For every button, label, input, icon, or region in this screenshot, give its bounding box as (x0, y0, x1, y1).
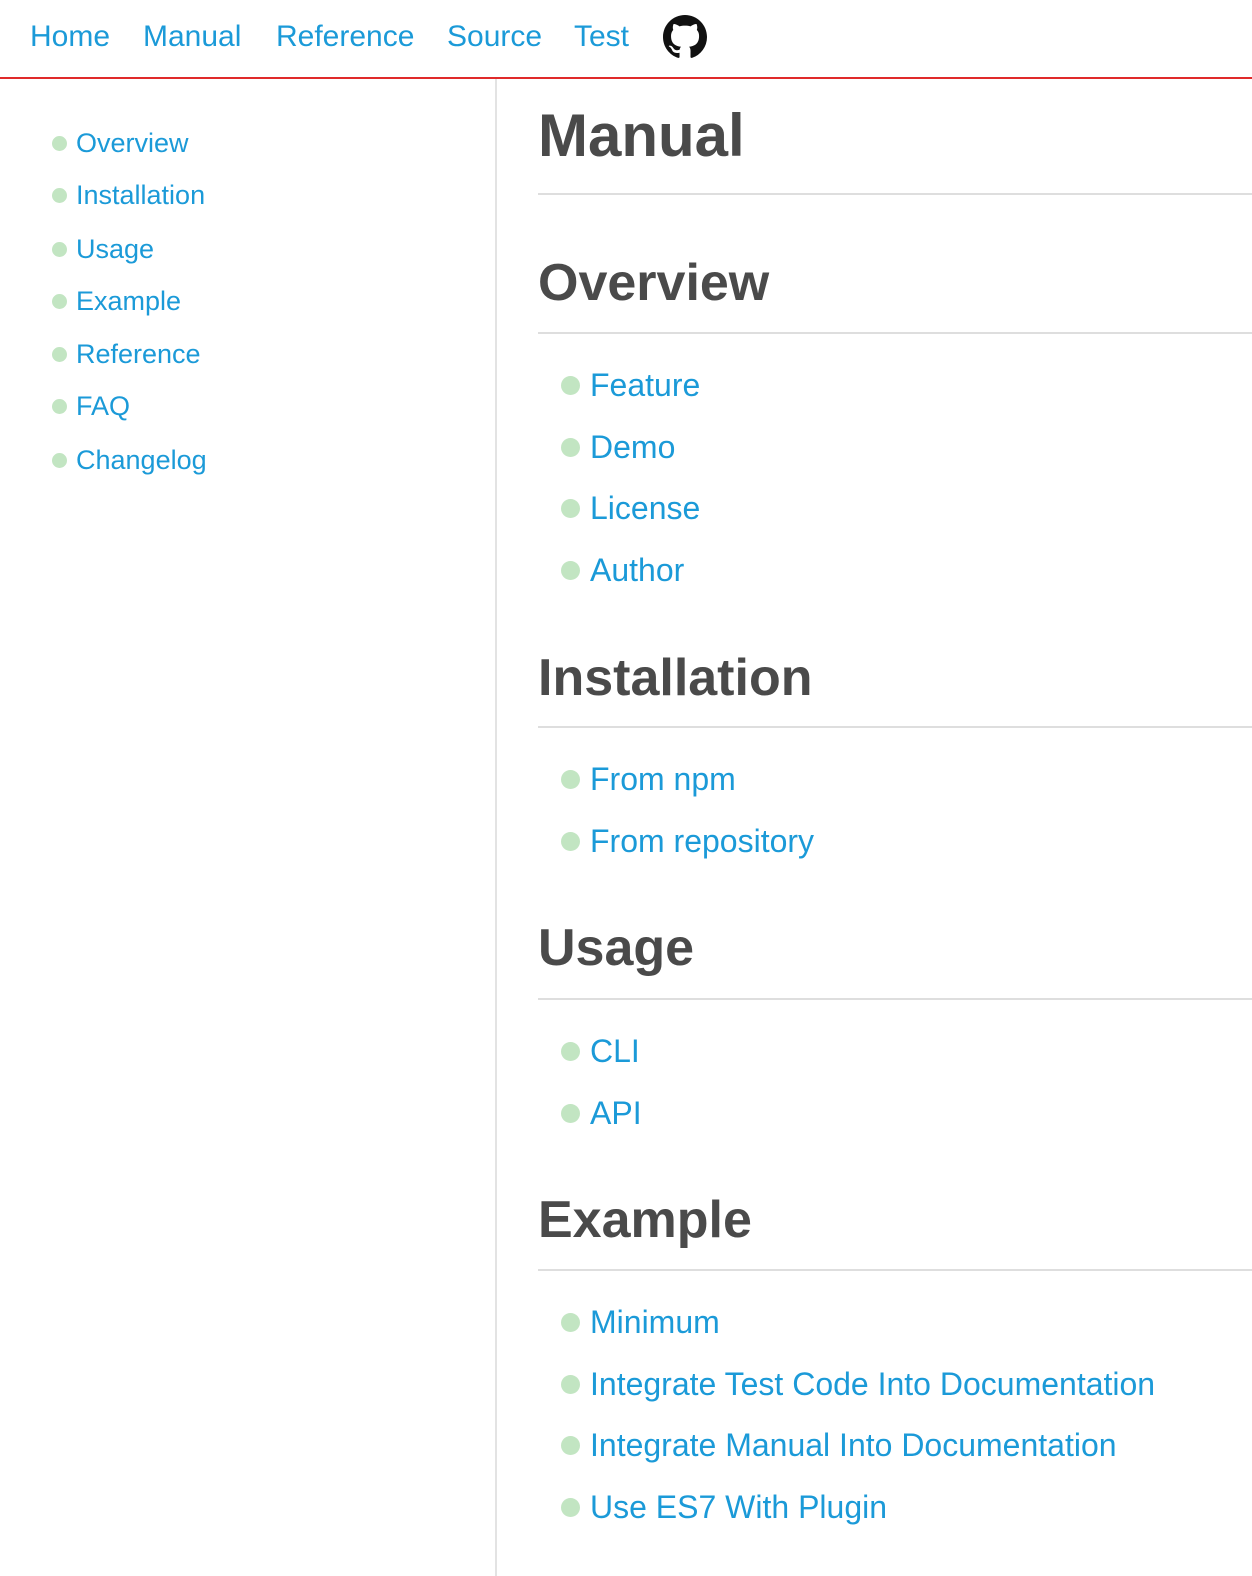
bullet-icon (561, 1435, 580, 1455)
nav-link-manual[interactable]: Manual (143, 17, 241, 57)
bullet-icon (561, 1312, 580, 1332)
bullet-icon (52, 398, 67, 414)
toc-link-label: From npm (590, 760, 736, 797)
toc-link-cli[interactable]: CLI (561, 1031, 640, 1071)
sidebar-item-label: FAQ (76, 390, 131, 421)
divider (538, 726, 1252, 728)
section-heading-installation: Installation (538, 649, 813, 707)
nav-link-source[interactable]: Source (447, 17, 542, 57)
toc-link-license[interactable]: License (561, 488, 700, 528)
bullet-icon (52, 135, 67, 151)
sidebar-item-label: Installation (76, 179, 206, 210)
toc-link-label: Integrate Manual Into Documentation (590, 1426, 1117, 1463)
sidebar-item-reference[interactable]: Reference (52, 336, 201, 372)
bullet-icon (561, 560, 580, 580)
sidebar-item-changelog[interactable]: Changelog (52, 442, 207, 478)
toc-link-label: Demo (590, 428, 676, 465)
toc-link-label: Integrate Test Code Into Documentation (590, 1365, 1156, 1402)
bullet-icon (561, 375, 580, 395)
section-heading-example: Example (538, 1191, 752, 1249)
sidebar: Overview Installation Usage Example Refe… (0, 79, 497, 1576)
section-heading-overview: Overview (538, 254, 770, 312)
bullet-icon (52, 293, 67, 309)
page-title: Manual (538, 102, 745, 169)
toc-link-label: From repository (590, 822, 815, 859)
sidebar-item-example[interactable]: Example (52, 283, 181, 319)
toc-link-feature[interactable]: Feature (561, 365, 700, 405)
toc-link-label: Minimum (590, 1303, 720, 1340)
divider (538, 1269, 1252, 1271)
toc-link-api[interactable]: API (561, 1093, 642, 1133)
sidebar-item-label: Changelog (76, 444, 207, 475)
toc-link-label: Feature (590, 366, 701, 403)
bullet-icon (52, 241, 67, 257)
sidebar-item-label: Usage (76, 233, 155, 264)
sidebar-item-label: Overview (76, 127, 189, 158)
nav-link-reference[interactable]: Reference (276, 17, 414, 57)
divider (538, 998, 1252, 1000)
sidebar-item-usage[interactable]: Usage (52, 231, 154, 267)
bullet-icon (52, 346, 67, 362)
bullet-icon (561, 498, 580, 518)
toc-link-from-npm[interactable]: From npm (561, 759, 736, 799)
bullet-icon (561, 769, 580, 789)
toc-link-label: CLI (590, 1032, 640, 1069)
toc-link-label: Author (590, 551, 685, 588)
bullet-icon (52, 187, 67, 203)
toc-link-label: License (590, 489, 701, 526)
toc-link-label: Use ES7 With Plugin (590, 1488, 888, 1525)
toc-link-minimum[interactable]: Minimum (561, 1302, 720, 1342)
nav-link-home[interactable]: Home (30, 17, 110, 57)
sidebar-item-installation[interactable]: Installation (52, 177, 205, 213)
divider (538, 332, 1252, 334)
toc-link-use-es7[interactable]: Use ES7 With Plugin (561, 1487, 887, 1527)
toc-link-author[interactable]: Author (561, 550, 684, 590)
top-navigation: Home Manual Reference Source Test (0, 0, 1252, 79)
sidebar-item-label: Reference (76, 338, 201, 369)
sidebar-item-label: Example (76, 285, 182, 316)
toc-link-from-repository[interactable]: From repository (561, 821, 814, 861)
toc-link-label: API (590, 1094, 642, 1131)
divider (538, 193, 1252, 195)
toc-link-demo[interactable]: Demo (561, 427, 675, 467)
sidebar-item-faq[interactable]: FAQ (52, 388, 130, 424)
github-icon[interactable] (663, 15, 707, 59)
bullet-icon (561, 1103, 580, 1123)
sidebar-item-overview[interactable]: Overview (52, 125, 189, 161)
bullet-icon (561, 1374, 580, 1394)
toc-link-integrate-test-code[interactable]: Integrate Test Code Into Documentation (561, 1364, 1155, 1404)
bullet-icon (561, 437, 580, 457)
nav-link-test[interactable]: Test (574, 17, 629, 57)
section-heading-usage: Usage (538, 919, 695, 977)
toc-link-integrate-manual[interactable]: Integrate Manual Into Documentation (561, 1425, 1117, 1465)
bullet-icon (561, 1041, 580, 1061)
bullet-icon (52, 452, 67, 468)
bullet-icon (561, 831, 580, 851)
bullet-icon (561, 1497, 580, 1517)
